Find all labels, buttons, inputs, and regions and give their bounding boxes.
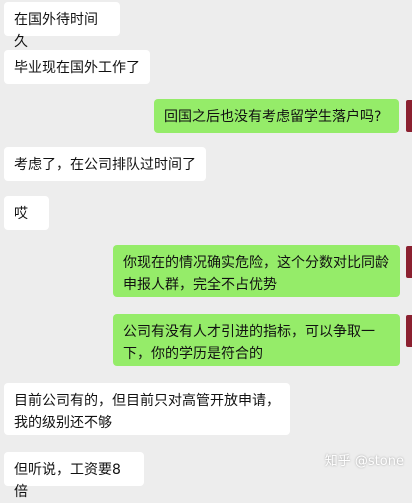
message-incoming: 毕业现在国外工作了 <box>4 50 150 84</box>
self-avatar[interactable] <box>406 315 412 347</box>
message-outgoing: 公司有没有人才引进的指标，可以争取一下，你的学历是符合的 <box>113 314 400 366</box>
self-avatar[interactable] <box>406 246 412 278</box>
message-incoming: 哎 <box>4 196 49 230</box>
message-incoming: 在国外待时间久 <box>4 2 120 50</box>
message-incoming: 考虑了，在公司排队过时间了 <box>4 147 206 181</box>
self-avatar[interactable] <box>406 100 412 132</box>
watermark: 知乎 @stone <box>324 454 404 469</box>
message-incoming: 目前公司有的，但目前只对高管开放申请，我的级别还不够 <box>4 383 290 435</box>
message-outgoing: 你现在的情况确实危险，这个分数对比同龄申报人群，完全不占优势 <box>113 245 400 297</box>
message-incoming: 但听说，工资要8倍 <box>4 452 144 500</box>
message-outgoing: 回国之后也没有考虑留学生落户吗? <box>154 99 399 133</box>
